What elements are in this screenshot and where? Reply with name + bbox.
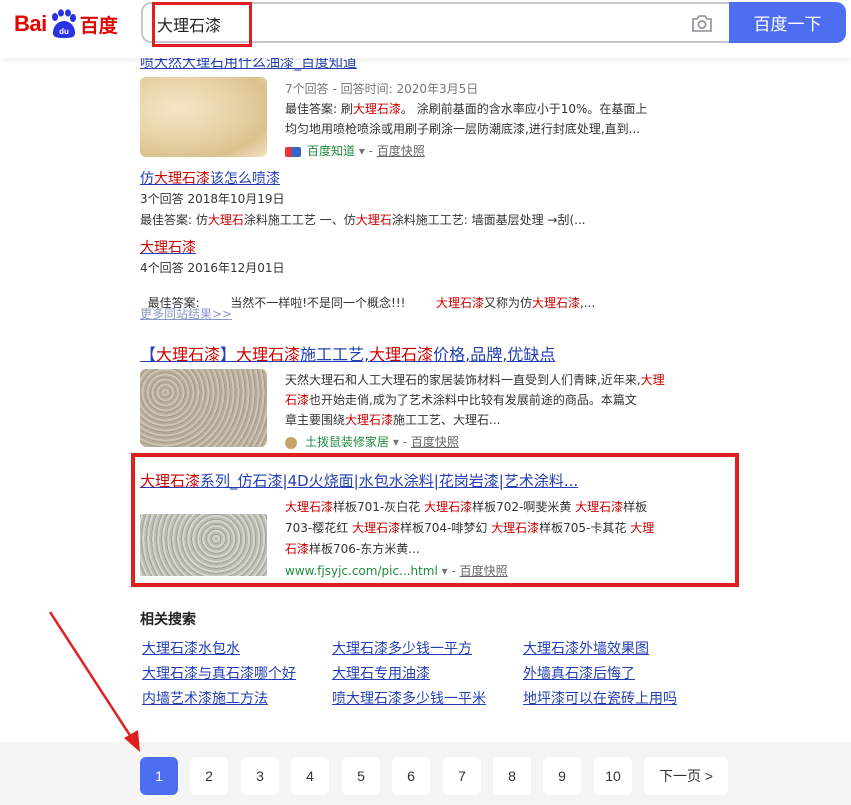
snippet-segment: 样板705-卡其花 [539, 521, 631, 535]
search-box[interactable]: 大理石漆 [141, 2, 729, 43]
result3-snippet-line2: 703-樱花红 大理石漆样板704-啡梦幻 大理石漆样板705-卡其花 大理 [285, 518, 654, 538]
page-6-button[interactable]: 6 [392, 757, 430, 795]
qa-meta-1: 3个回答 2018年10月19日 [140, 192, 285, 206]
result3-snippet-line3: 石漆样板706-东方米黄... [285, 539, 420, 559]
zhidao-snippet-line1: 最佳答案: 刷大理石漆。 涂刷前基面的含水率应小于10%。在基面上 [285, 102, 648, 116]
result-title-2[interactable]: 【大理石漆】大理石漆施工工艺,大理石漆价格,品牌,优缺点 [140, 341, 555, 365]
zhidao-snippet-line2: 均匀地用喷枪喷涂或用刷子刷涂一层防潮底漆,进行封底处理,直到... [285, 122, 641, 136]
search-input[interactable]: 大理石漆 [157, 12, 221, 36]
chevron-down-icon[interactable]: ▾ [389, 435, 403, 449]
zhidao-source-line: 百度知道 ▾ - 百度快照 [285, 141, 425, 161]
zhidao-meta: 7个回答 - 回答时间: 2020年3月5日 [285, 82, 479, 96]
camera-icon[interactable] [691, 13, 713, 33]
result2-snippet-line1: 天然大理石和人工大理石的家居装饰材料一直受到人们青睐,近年来,大理 [285, 373, 665, 387]
snapshot-link[interactable]: 百度快照 [460, 564, 508, 578]
result-title-3[interactable]: 大理石漆系列_仿石漆|4D火烧面|水包水涂料|花岗岩漆|艺术涂料... [140, 470, 578, 491]
snapshot-link[interactable]: 百度快照 [411, 435, 459, 449]
source-name[interactable]: 百度知道 [307, 144, 355, 158]
logo-text-bai: Bai [14, 11, 47, 36]
snippet-segment: 大理石漆 [352, 521, 401, 535]
related-link-9[interactable]: 地坪漆可以在瓷砖上用吗 [523, 688, 677, 708]
result-thumbnail-stone[interactable] [140, 369, 267, 447]
qa-title-2[interactable]: 大理石漆 [140, 237, 196, 257]
page-7-button[interactable]: 7 [443, 757, 481, 795]
search-button[interactable]: 百度一下 [729, 2, 846, 43]
snippet-segment: 样板701-灰白花 [333, 500, 425, 514]
result3-snippet-line1: 大理石漆样板701-灰白花 大理石漆样板702-啊斐米黄 大理石漆样板 [285, 497, 647, 517]
next-page-button[interactable]: 下一页 > [644, 757, 728, 795]
result-thumbnail-granite[interactable] [140, 514, 267, 576]
snippet-segment: 石漆 [285, 542, 310, 556]
qa-meta-2: 4个回答 2016年12月01日 [140, 261, 285, 275]
page-8-button[interactable]: 8 [493, 757, 531, 795]
result2-source-line: 土拨鼠装修家居 ▾ - 百度快照 [285, 432, 459, 452]
page-2-button[interactable]: 2 [190, 757, 228, 795]
snapshot-link[interactable]: 百度快照 [377, 144, 425, 158]
page-10-button[interactable]: 10 [594, 757, 632, 795]
related-link-4[interactable]: 大理石漆与真石漆哪个好 [142, 663, 296, 683]
more-site-results-link[interactable]: 更多同站结果>> [140, 305, 232, 322]
result3-source-line: www.fjsyjc.com/pic...html ▾ - 百度快照 [285, 564, 508, 578]
snippet-segment: 大理石漆 [424, 500, 473, 514]
related-link-3[interactable]: 大理石漆外墙效果图 [523, 638, 649, 658]
zhidao-source-icon [285, 146, 301, 157]
related-link-8[interactable]: 喷大理石漆多少钱一平米 [332, 688, 486, 708]
result-thumbnail-marble[interactable] [140, 77, 267, 157]
chevron-down-icon[interactable]: ▾ [438, 564, 452, 578]
related-link-1[interactable]: 大理石漆水包水 [142, 638, 240, 658]
snippet-segment: 样板706-东方米黄... [309, 542, 420, 556]
result2-snippet-line3: 章主要围绕大理石漆施工工艺、大理石... [285, 413, 501, 427]
snippet-segment: 样板704-啡梦幻 [400, 521, 492, 535]
snippet-segment: 大理石漆 [285, 500, 334, 514]
qa-answer-1: 最佳答案: 仿大理石涂料施工工艺 一、仿大理石涂料施工工艺: 墙面基层处理 →刮… [140, 213, 586, 227]
related-link-5[interactable]: 大理石专用油漆 [332, 663, 430, 683]
snippet-segment: 大理石漆 [575, 500, 624, 514]
page-9-button[interactable]: 9 [543, 757, 581, 795]
related-link-7[interactable]: 内墙艺术漆施工方法 [142, 688, 268, 708]
snippet-segment: 样板 [623, 500, 648, 514]
snippet-segment: 大理 [630, 521, 655, 535]
page-4-button[interactable]: 4 [291, 757, 329, 795]
paw-logo-icon: du [48, 9, 78, 39]
page-5-button[interactable]: 5 [342, 757, 380, 795]
snippet-segment: 样板702-啊斐米黄 [472, 500, 576, 514]
qa-title-1[interactable]: 仿大理石漆该怎么喷漆 [140, 168, 280, 188]
page-1-button[interactable]: 1 [140, 757, 178, 795]
result-url[interactable]: www.fjsyjc.com/pic...html [285, 564, 438, 578]
related-searches-heading: 相关搜索 [140, 612, 196, 628]
snippet-segment: 大理石漆 [491, 521, 540, 535]
result2-snippet-line2: 石漆也开始走俏,成为了艺术涂料中比较有发展前途的商品。本篇文 [285, 393, 637, 407]
logo-text-cn: 百度 [79, 14, 118, 37]
source-name[interactable]: 土拨鼠装修家居 [305, 435, 389, 449]
logo-du-mark: du [59, 27, 69, 36]
site-favicon-icon [285, 436, 297, 449]
related-link-6[interactable]: 外墙真石漆后悔了 [523, 663, 635, 683]
page-3-button[interactable]: 3 [241, 757, 279, 795]
top-search-bar: Bai du 百度 大理石漆 百度一下 [0, 0, 851, 58]
snippet-segment: 703-樱花红 [285, 521, 353, 535]
chevron-down-icon[interactable]: ▾ [355, 144, 369, 158]
baidu-logo[interactable]: Bai du 百度 [14, 6, 118, 42]
related-link-2[interactable]: 大理石漆多少钱一平方 [332, 638, 472, 658]
